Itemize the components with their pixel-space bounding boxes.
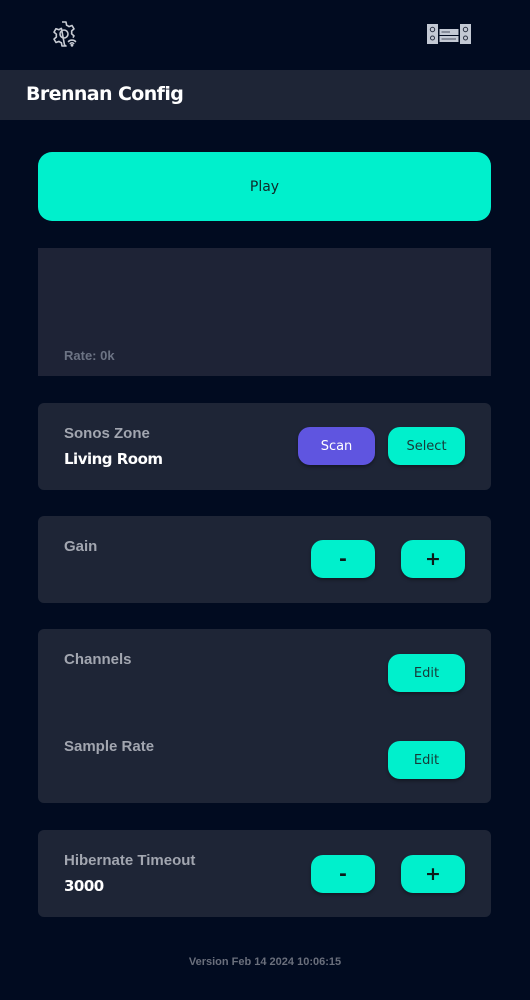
gain-increase-button[interactable]: + xyxy=(401,540,465,578)
sonos-zone-value: Living Room xyxy=(64,450,163,468)
gain-decrease-button[interactable]: - xyxy=(311,540,375,578)
rate-readout: Rate: 0k xyxy=(64,348,115,363)
sample-rate-card: Sample Rate Edit xyxy=(38,716,491,803)
stereo-system-icon xyxy=(427,24,471,44)
settings-button[interactable] xyxy=(46,16,82,52)
settings-wifi-icon xyxy=(53,21,77,47)
scan-button[interactable]: Scan xyxy=(298,427,375,465)
channels-label: Channels xyxy=(64,651,132,668)
version-text: Version Feb 14 2024 10:06:15 xyxy=(188,956,342,968)
hibernate-increase-button[interactable]: + xyxy=(401,855,465,893)
hibernate-timeout-value: 3000 xyxy=(64,877,104,895)
channels-edit-button[interactable]: Edit xyxy=(388,654,465,692)
hibernate-timeout-card: Hibernate Timeout 3000 - + xyxy=(38,830,491,917)
channels-card: Channels Edit xyxy=(38,629,491,716)
hibernate-decrease-button[interactable]: - xyxy=(311,855,375,893)
gain-card: Gain - + xyxy=(38,516,491,603)
sample-rate-edit-button[interactable]: Edit xyxy=(388,741,465,779)
sonos-zone-label: Sonos Zone xyxy=(64,425,150,442)
play-button[interactable]: Play xyxy=(38,152,491,221)
page-title: Brennan Config xyxy=(26,83,184,105)
header-bar: Brennan Config xyxy=(0,70,530,120)
hibernate-timeout-label: Hibernate Timeout xyxy=(64,852,196,869)
gain-label: Gain xyxy=(64,538,98,555)
top-bar xyxy=(0,0,530,70)
audio-visualizer-panel: Rate: 0k xyxy=(38,248,491,376)
device-button[interactable] xyxy=(424,20,474,48)
sample-rate-label: Sample Rate xyxy=(64,738,155,755)
select-zone-button[interactable]: Select xyxy=(388,427,465,465)
sonos-zone-card: Sonos Zone Living Room Scan Select xyxy=(38,403,491,490)
